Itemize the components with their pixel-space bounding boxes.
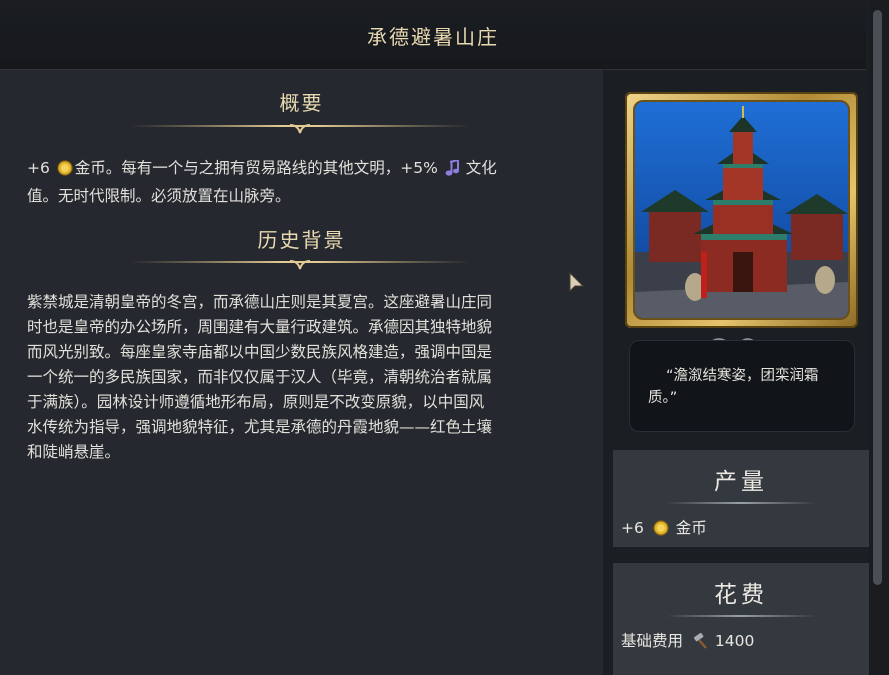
history-line: 和陡峭悬崖。: [27, 443, 121, 461]
history-text: 紫禁城是清朝皇帝的冬宫，而承德山庄则是其夏宫。这座避暑山庄同 时也是皇帝的办公场…: [27, 290, 572, 465]
summary-line-1: +6 金币。每有一个与之拥有贸易路线的其他文明，+5% 文化: [27, 156, 572, 184]
summary-gold-amount: +6: [27, 159, 50, 177]
summary-heading: 概要: [279, 91, 324, 115]
yield-label: 金币: [675, 519, 707, 537]
history-line: 紫禁城是清朝皇帝的冬宫，而承德山庄则是其夏宫。这座避暑山庄同: [27, 293, 493, 311]
summary-text: +6 金币。每有一个与之拥有贸易路线的其他文明，+5% 文化 值。无时代限制。必…: [27, 156, 572, 209]
scrollbar[interactable]: [869, 0, 889, 675]
window-title: 承德避暑山庄: [367, 25, 499, 49]
yield-box: 产量 +6 金币: [613, 450, 869, 547]
history-line: 于满族）。园林设计师遵循地形布局，原则是不改变原貌，以中国风: [27, 393, 485, 411]
title-bar: 承德避暑山庄: [0, 0, 866, 70]
yield-value: +6: [621, 519, 644, 537]
summary-gold-text: 金币。每有一个与之拥有贸易路线的其他文明，+5%: [74, 159, 438, 177]
hammer-icon: [692, 632, 708, 653]
history-heading: 历史背景: [257, 228, 346, 252]
history-divider: [130, 258, 470, 270]
history-line: 时也是皇帝的办公场所，周围建有大量行政建筑。承德因其独特地貌: [27, 318, 493, 336]
yield-row: +6 金币: [613, 504, 869, 540]
wonder-portrait-frame: [625, 92, 858, 328]
cost-heading: 花费: [714, 582, 768, 608]
yield-heading: 产量: [714, 469, 768, 495]
cost-label: 基础费用: [621, 632, 684, 650]
summary-line-2: 值。无时代限制。必须放置在山脉旁。: [27, 187, 291, 205]
gold-coin-icon: [653, 520, 669, 540]
wonder-detail-window: 承德避暑山庄 概要 +6 金币。每有一个与之拥有贸易路线的其他文明，+5% 文化…: [0, 0, 889, 675]
history-line: 一个统一的多民族国家，而非仅仅属于汉人（毕竟，清朝统治者就属: [27, 368, 493, 386]
mouse-cursor-icon: [569, 271, 587, 300]
cost-box: 花费 基础费用 1400: [613, 563, 869, 675]
history-line: 而风光别致。每座皇家寺庙都以中国少数民族风格建造，强调中国是: [27, 343, 493, 361]
music-note-icon: [445, 158, 459, 184]
wonder-side-column: “澹溆结寒姿，团栾润霜质。” 产量 +6 金币 花费 基础费用 1400: [613, 70, 869, 675]
wonder-portrait-image: [633, 100, 850, 320]
scrollbar-thumb[interactable]: [873, 10, 882, 585]
summary-divider: [130, 122, 470, 134]
wonder-quote: “澹溆结寒姿，团栾润霜质。”: [629, 340, 855, 432]
cost-value: 1400: [714, 632, 755, 650]
cost-row: 基础费用 1400: [613, 617, 869, 653]
history-line: 水传统为指导，强调地貌特征，尤其是承德的丹霞地貌——红色土壤: [27, 418, 493, 436]
gold-coin-icon: [57, 159, 73, 184]
description-panel: 概要 +6 金币。每有一个与之拥有贸易路线的其他文明，+5% 文化 值。无时代限…: [0, 70, 603, 675]
summary-culture-text: 文化: [465, 159, 497, 177]
